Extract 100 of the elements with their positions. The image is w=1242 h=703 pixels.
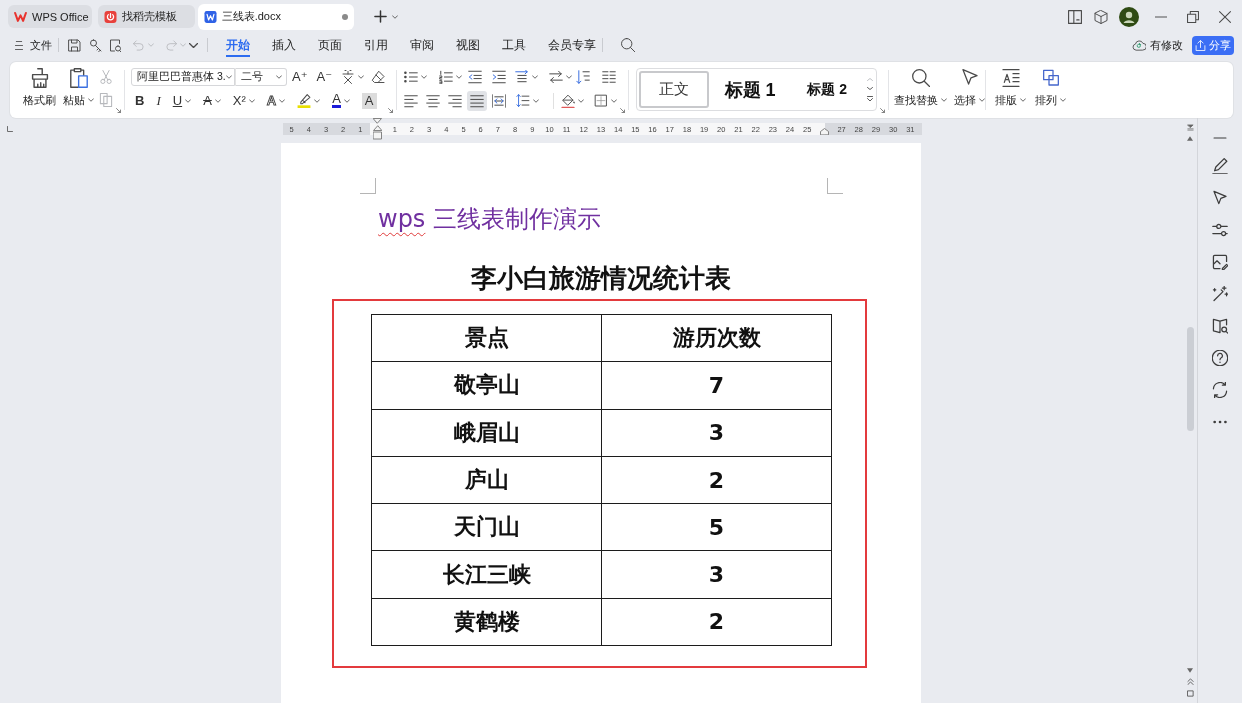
book-search-icon[interactable] <box>1212 318 1228 334</box>
share-button[interactable]: 分享 <box>1192 35 1234 55</box>
strikethrough-button[interactable]: A <box>203 92 221 109</box>
increase-indent-icon[interactable] <box>492 70 507 84</box>
tab-stop-selector-icon[interactable] <box>7 126 13 132</box>
restore-icon[interactable] <box>1187 10 1199 23</box>
numbered-list-icon[interactable] <box>439 70 454 84</box>
grow-font-button[interactable]: A⁺ <box>292 69 308 85</box>
scroll-up-icon[interactable] <box>1187 136 1193 141</box>
table-title: 李小白旅游情况统计表 <box>471 262 731 295</box>
highlight-button[interactable] <box>297 93 321 108</box>
close-icon[interactable] <box>1219 10 1231 23</box>
ribbon-tab[interactable]: 引用 <box>364 33 388 57</box>
save-icon[interactable] <box>68 38 81 52</box>
cursor-icon[interactable] <box>1212 190 1228 206</box>
bulleted-list-icon[interactable] <box>404 70 419 84</box>
collapse-arrow-icon[interactable] <box>1186 124 1194 131</box>
chevron-down-icon[interactable] <box>189 42 198 48</box>
sort-icon[interactable] <box>576 70 591 84</box>
caret-icon[interactable] <box>456 75 463 79</box>
circular-arrows-icon[interactable] <box>1212 382 1228 398</box>
app-tab[interactable]: 三线表.docx <box>197 3 354 30</box>
line-spacing-icon[interactable] <box>516 93 531 108</box>
dialog-launcher-icon[interactable] <box>388 108 394 113</box>
paste-button[interactable]: 粘贴 <box>63 62 94 118</box>
columns-icon[interactable] <box>602 70 617 84</box>
file-menu[interactable]: 文件 <box>30 37 52 53</box>
style-option[interactable]: 标题 1 <box>709 71 792 108</box>
shading-icon[interactable] <box>561 93 576 108</box>
ribbon-tool-button[interactable]: 排版 <box>995 62 1027 118</box>
font-size-dropdown[interactable]: 二号 <box>235 68 287 86</box>
right-indent-marker-icon[interactable] <box>819 128 829 135</box>
shrink-font-button[interactable]: A⁻ <box>316 69 333 85</box>
caret-icon <box>1020 98 1027 102</box>
underline-button[interactable]: U <box>172 92 192 109</box>
search-icon[interactable] <box>621 38 635 52</box>
style-option[interactable]: 正文 <box>639 71 710 108</box>
text-direction-icon[interactable] <box>515 70 530 84</box>
align-right-icon[interactable] <box>448 93 463 108</box>
ribbon-tool-button[interactable]: 查找替换 <box>894 62 948 118</box>
font-color-button[interactable]: A <box>332 93 350 108</box>
caret-icon[interactable] <box>533 98 540 103</box>
indent-marker-icon[interactable] <box>373 118 383 140</box>
image-edit-icon[interactable] <box>1212 254 1228 270</box>
caret-icon[interactable] <box>421 75 428 79</box>
expand-gallery-icon[interactable] <box>867 95 874 102</box>
caret-icon[interactable] <box>611 98 618 103</box>
ribbon-tab[interactable]: 审阅 <box>410 33 434 57</box>
pen-icon[interactable] <box>1212 158 1228 174</box>
align-left-icon[interactable] <box>404 93 419 108</box>
style-option[interactable]: 标题 2 <box>791 71 864 108</box>
caret-icon[interactable] <box>391 14 398 19</box>
menu-icon[interactable] <box>15 40 23 50</box>
character-shading-button[interactable]: A <box>361 92 377 109</box>
decrease-indent-icon[interactable] <box>468 70 483 84</box>
ribbon-tab[interactable]: 会员专享 <box>548 33 596 57</box>
phonetic-guide-icon[interactable] <box>341 70 356 84</box>
border-icon[interactable] <box>594 93 609 108</box>
dialog-launcher-icon[interactable] <box>116 108 121 113</box>
table-cell: 天门山 <box>371 503 602 551</box>
cube-icon[interactable] <box>1094 9 1108 24</box>
ribbon-tab[interactable]: 开始 <box>226 33 250 57</box>
dialog-launcher-icon[interactable] <box>880 108 886 113</box>
ribbon-tab[interactable]: 插入 <box>272 33 296 57</box>
more-icon[interactable] <box>1213 420 1227 424</box>
justify-icon[interactable] <box>467 90 488 111</box>
italic-button[interactable]: I <box>156 92 161 109</box>
magic-wand-icon[interactable] <box>1212 286 1228 302</box>
new-tab-icon[interactable] <box>373 10 387 23</box>
caret-icon[interactable] <box>566 75 573 79</box>
swap-arrows-icon[interactable] <box>549 70 564 84</box>
superscript-button[interactable]: X² <box>232 92 255 109</box>
format-painter-button[interactable]: 格式刷 <box>23 62 56 118</box>
scroll-thumb[interactable] <box>1186 327 1194 431</box>
caret-icon[interactable] <box>578 98 585 103</box>
cloud-sync-icon[interactable] <box>1132 38 1146 52</box>
align-center-icon[interactable] <box>426 93 441 108</box>
ribbon-tab[interactable]: 工具 <box>502 33 526 57</box>
app-tab[interactable]: 找稻壳模板 <box>97 5 195 28</box>
scroll-down-icon[interactable] <box>867 86 874 90</box>
ribbon-tab[interactable]: 视图 <box>456 33 480 57</box>
ribbon-tool-button[interactable]: 选择 <box>954 62 986 118</box>
print-preview-icon[interactable] <box>109 38 122 52</box>
distribute-icon[interactable] <box>492 93 507 108</box>
ribbon-tab[interactable]: 页面 <box>318 33 342 57</box>
avatar-icon[interactable] <box>1119 6 1139 27</box>
scroll-down-icon[interactable] <box>1187 668 1193 673</box>
eraser-icon[interactable] <box>371 70 386 84</box>
app-tab[interactable]: WPS Office <box>8 5 92 28</box>
help-icon[interactable] <box>1212 350 1228 366</box>
caret-icon <box>1060 98 1067 102</box>
ribbon-tool-button[interactable]: 排列 <box>1035 62 1067 118</box>
key-icon[interactable] <box>89 38 102 52</box>
bold-button[interactable]: B <box>135 92 145 109</box>
caret-icon[interactable] <box>358 75 365 79</box>
caret-icon[interactable] <box>532 75 539 79</box>
panel-icon[interactable] <box>1068 9 1082 24</box>
sliders-icon[interactable] <box>1212 222 1228 238</box>
font-family-dropdown[interactable]: 阿里巴巴普惠体 3. <box>131 68 235 86</box>
dialog-launcher-icon[interactable] <box>620 108 626 113</box>
